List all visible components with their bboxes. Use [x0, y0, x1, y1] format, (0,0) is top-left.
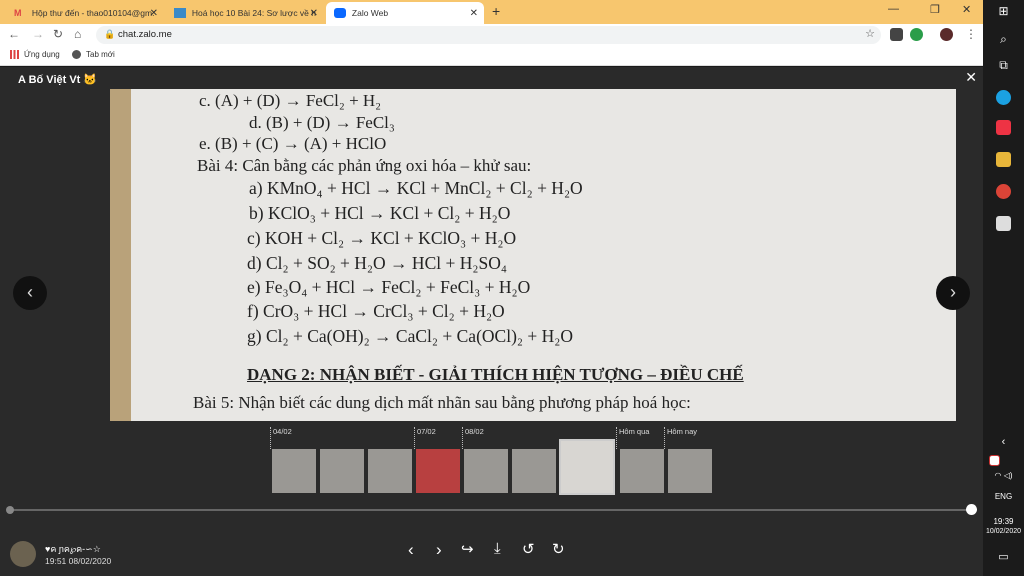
tab-zalo[interactable]: Zalo Web ✕: [326, 2, 484, 24]
close-tab-icon[interactable]: ✕: [150, 8, 158, 19]
image-viewer: A Bố Việt Vt 🐱 ✕ c. (A) + (D) → FeCl₂ + …: [0, 67, 983, 576]
download-icon[interactable]: ⤓: [494, 540, 501, 557]
tab-hoahoc[interactable]: Hoá học 10 Bài 24: Sơ lược về hợ ✕: [166, 2, 324, 24]
vietkey-icon[interactable]: [989, 455, 1000, 466]
clock-date[interactable]: 10/02/2020: [983, 528, 1024, 535]
thumb-date-label: 07/02: [414, 427, 436, 449]
profile-avatar[interactable]: [940, 28, 953, 41]
thumb-date-label: 04/02: [270, 427, 292, 449]
start-icon[interactable]: ⊞: [983, 4, 1024, 18]
browser-tab-bar: M Hộp thư đến - thao010104@gm: ✕ Hoá học…: [0, 0, 983, 24]
photo-line: d) Cl₂ + SO₂ + H₂O → HCl + H₂SO₄: [247, 253, 507, 273]
bookmarks-bar: Ứng dụng Tab mới: [0, 46, 983, 66]
browser-toolbar: ← → ↻ ⌂ 🔒 chat.zalo.me ☆ ⋮: [0, 24, 983, 46]
chrome-icon[interactable]: [996, 184, 1011, 199]
thumbnail[interactable]: [620, 449, 664, 493]
minimize-icon[interactable]: —: [888, 3, 899, 15]
avatar: [10, 541, 36, 567]
photo-line: a) KMnO₄ + HCl → KCl + MnCl₂ + Cl₂ + H₂O: [249, 178, 583, 198]
photo: c. (A) + (D) → FeCl₂ + H₂ d. (B) + (D) →…: [110, 89, 956, 421]
thumbnail[interactable]: [668, 449, 712, 493]
edu-icon: [174, 8, 186, 18]
sender-time: 19:51 08/02/2020: [45, 556, 112, 566]
bookmark-apps[interactable]: Ứng dụng: [10, 50, 60, 59]
restore-icon[interactable]: ❐: [930, 3, 940, 16]
photo-line: c) KOH + Cl₂ → KCl + KClO₃ + H₂O: [247, 228, 517, 248]
chevron-up-icon[interactable]: ‹: [983, 436, 1024, 448]
lock-icon: 🔒: [104, 29, 116, 39]
photo-line: Bài 5: Nhận biết các dung dịch mất nhãn …: [193, 393, 691, 412]
rotate-right-icon[interactable]: ↻: [552, 540, 565, 558]
prev-image-button[interactable]: ‹: [13, 276, 47, 310]
chevron-right-icon[interactable]: ›: [436, 540, 442, 560]
page-edge: [110, 89, 131, 421]
sender-name: ♥ค ɲค℘ค-∽☆: [45, 544, 101, 554]
thumb-date-label: Hôm nay: [664, 427, 697, 449]
store-icon[interactable]: [996, 120, 1011, 135]
thumbnail[interactable]: [368, 449, 412, 493]
menu-dots-icon[interactable]: ⋮: [965, 27, 977, 41]
home-icon[interactable]: ⌂: [74, 27, 81, 41]
photo-line: d. (B) + (D) → FeCl₃: [249, 113, 395, 132]
zalo-icon: [334, 8, 346, 18]
tab-gmail[interactable]: M Hộp thư đến - thao010104@gm: ✕: [6, 2, 164, 24]
photo-line: b) KClO₃ + HCl → KCl + Cl₂ + H₂O: [249, 203, 511, 223]
notification-icon[interactable]: ▭: [983, 550, 1024, 563]
thumb-date-label: 08/02: [462, 427, 484, 449]
thumbnail-selected[interactable]: [559, 439, 615, 495]
apps-grid-icon: [10, 50, 19, 59]
photo-line: c. (A) + (D) → FeCl₂ + H₂: [199, 91, 382, 110]
new-tab-icon[interactable]: +: [492, 3, 500, 19]
search-icon[interactable]: ⌕: [983, 32, 1024, 47]
rotate-left-icon[interactable]: ↺: [522, 540, 535, 558]
gmail-icon: M: [14, 8, 22, 18]
share-icon[interactable]: ↪: [461, 540, 474, 558]
extension-check-icon[interactable]: [910, 28, 923, 41]
globe-icon: [72, 50, 81, 59]
photo-line: DẠNG 2: NHẬN BIẾT - GIẢI THÍCH HIỆN TƯỢN…: [247, 365, 744, 384]
thumbnail[interactable]: [320, 449, 364, 493]
chevron-left-icon[interactable]: ‹: [408, 540, 414, 560]
thumbnail[interactable]: [272, 449, 316, 493]
photo-line: Bài 4: Cân bằng các phản ứng oxi hóa – k…: [197, 156, 532, 175]
viewer-title: A Bố Việt Vt 🐱: [18, 74, 98, 86]
forward-icon[interactable]: →: [32, 27, 44, 41]
reload-icon[interactable]: ↻: [53, 27, 63, 41]
close-tab-icon[interactable]: ✕: [470, 8, 478, 19]
extension-icon[interactable]: [890, 28, 903, 41]
thumbnail[interactable]: [464, 449, 508, 493]
edge-icon[interactable]: [996, 90, 1011, 105]
photo-line: f) CrO₃ + HCl → CrCl₃ + Cl₂ + H₂O: [247, 301, 505, 321]
thumbnail[interactable]: [512, 449, 556, 493]
language-indicator[interactable]: ENG: [983, 492, 1024, 501]
address-bar[interactable]: 🔒 chat.zalo.me ☆: [96, 26, 881, 44]
zoom-slider-min-knob[interactable]: [6, 506, 14, 514]
viewer-bottom-bar: ♥ค ɲค℘ค-∽☆ 19:51 08/02/2020 ‹ › ↪ ⤓ ↺ ↻: [0, 537, 983, 576]
close-icon[interactable]: ✕: [965, 69, 977, 86]
back-icon[interactable]: ←: [8, 27, 20, 41]
file-explorer-icon[interactable]: [996, 152, 1011, 167]
thumbnail-strip: 04/02 07/02 08/02 Hôm qua Hôm nay: [0, 425, 983, 495]
bookmark-star-icon[interactable]: ☆: [865, 27, 875, 40]
thumbnail[interactable]: [416, 449, 460, 493]
windows-taskbar: ⊞ ⌕ ⧉ ‹ ◠ ◁) ENG 19:39 10/02/2020 ▭: [983, 0, 1024, 576]
task-view-icon[interactable]: ⧉: [983, 58, 1024, 73]
bookmark-newtab[interactable]: Tab mới: [72, 50, 115, 59]
zoom-slider-track[interactable]: [10, 509, 972, 511]
photo-line: e. (B) + (C) → (A) + HClO: [199, 134, 387, 153]
photos-icon[interactable]: [996, 216, 1011, 231]
clock-time[interactable]: 19:39: [983, 517, 1024, 526]
photo-line: g) Cl₂ + Ca(OH)₂ → CaCl₂ + Ca(OCl)₂ + H₂…: [247, 326, 573, 346]
thumb-date-label: Hôm qua: [616, 427, 649, 449]
zoom-slider-knob[interactable]: [966, 504, 977, 515]
wifi-volume-icon[interactable]: ◠ ◁): [983, 471, 1024, 480]
next-image-button[interactable]: ›: [936, 276, 970, 310]
close-tab-icon[interactable]: ✕: [310, 8, 318, 19]
photo-line: e) Fe₃O₄ + HCl → FeCl₂ + FeCl₃ + H₂O: [247, 277, 531, 297]
close-window-icon[interactable]: ✕: [962, 3, 971, 16]
